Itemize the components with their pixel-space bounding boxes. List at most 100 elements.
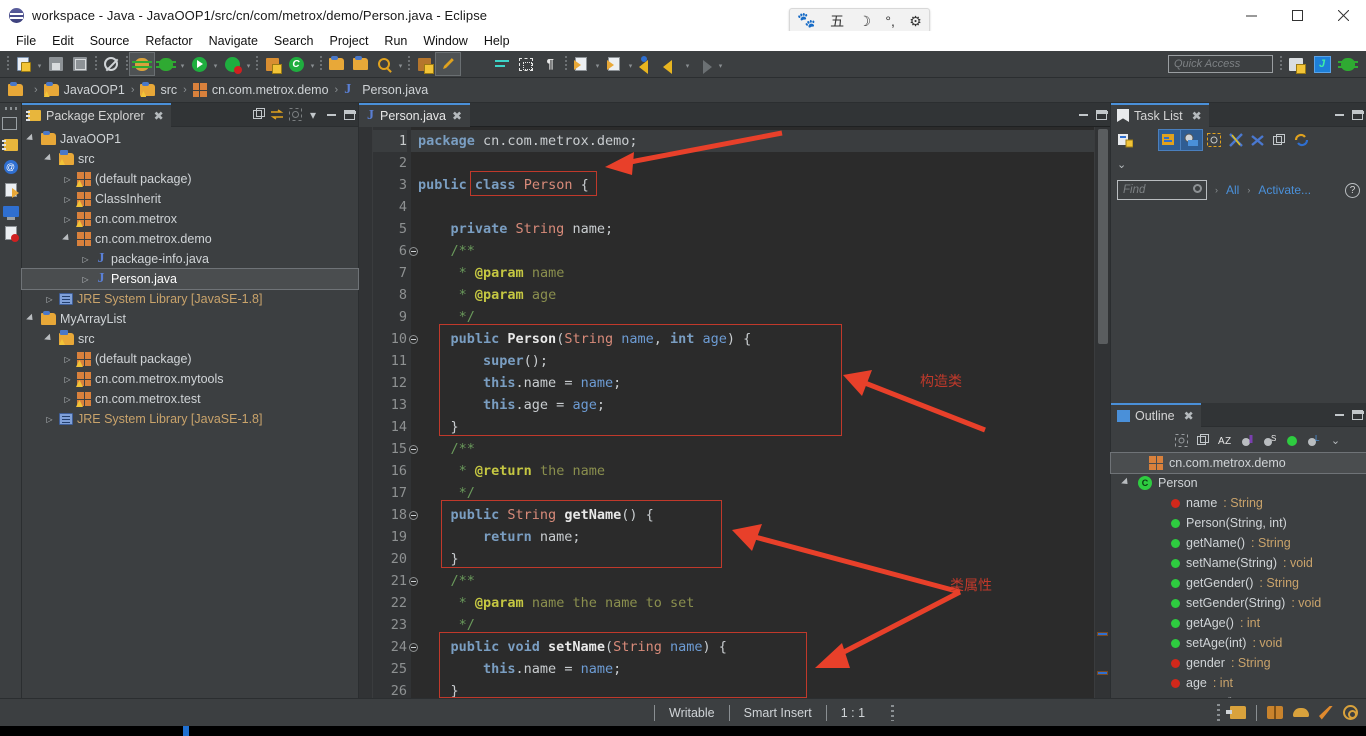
show-whitespace-button[interactable] bbox=[490, 53, 514, 75]
code-line[interactable]: */ bbox=[418, 482, 1094, 504]
minimize-button[interactable] bbox=[322, 103, 340, 127]
ime-toolbar[interactable]: 🐾 五 ☽ °, ⚙ bbox=[789, 8, 930, 33]
code-line[interactable]: * @return the name bbox=[418, 460, 1094, 482]
menu-source[interactable]: Source bbox=[82, 33, 138, 49]
code-area[interactable]: package cn.com.metrox.demo; public class… bbox=[411, 127, 1094, 699]
code-line[interactable]: /** bbox=[418, 240, 1094, 262]
code-line[interactable]: public String getName() { bbox=[418, 504, 1094, 526]
menu-edit[interactable]: Edit bbox=[44, 33, 82, 49]
java-perspective-button[interactable]: J bbox=[1310, 53, 1334, 75]
twisty-collapsed-icon[interactable]: ▷ bbox=[62, 374, 73, 385]
tree-item-cn-com-metrox-test[interactable]: ▷ cn.com.metrox.test bbox=[22, 389, 358, 409]
twisty-expanded-icon[interactable] bbox=[44, 153, 55, 165]
tree-item-src[interactable]: src bbox=[22, 149, 358, 169]
tray-grip[interactable] bbox=[1217, 703, 1220, 722]
edit-button[interactable] bbox=[435, 52, 461, 76]
tree-item-classinherit[interactable]: ▷ ClassInherit bbox=[22, 189, 358, 209]
pilcrow-button[interactable]: ¶ bbox=[538, 53, 562, 75]
schedule-button[interactable] bbox=[1180, 129, 1203, 151]
tree-item-person-java[interactable]: ▷ J Person.java bbox=[21, 268, 359, 290]
close-icon[interactable]: ✖ bbox=[1192, 109, 1202, 123]
fold-gutter[interactable] bbox=[359, 127, 373, 698]
outline-item-getage-[interactable]: getAge() : int bbox=[1111, 613, 1366, 633]
code-line[interactable]: */ bbox=[418, 306, 1094, 328]
hide-static-button[interactable]: S bbox=[1259, 430, 1280, 450]
editor-overview-ruler[interactable] bbox=[1094, 127, 1110, 698]
outline-item-setname-string-[interactable]: setName(String) : void bbox=[1111, 553, 1366, 573]
link-with-editor-button[interactable] bbox=[268, 103, 286, 127]
twisty-collapsed-icon[interactable]: ▷ bbox=[62, 354, 73, 365]
previous-edit-button[interactable] bbox=[602, 53, 626, 75]
quick-access-input[interactable]: Quick Access bbox=[1168, 55, 1273, 73]
maximize-button[interactable] bbox=[340, 103, 358, 127]
outline-item-name[interactable]: name : String bbox=[1111, 493, 1366, 513]
punctuation-icon[interactable]: °, bbox=[885, 14, 895, 28]
code-line[interactable]: private String name; bbox=[418, 218, 1094, 240]
maximize-button[interactable] bbox=[1348, 403, 1366, 427]
restore-view-icon[interactable] bbox=[2, 117, 17, 130]
sort-alphabetically-button[interactable]: AZ bbox=[1215, 430, 1236, 450]
debug-button[interactable] bbox=[154, 53, 178, 75]
tree-item-cn-com-metrox-mytools[interactable]: ▷ cn.com.metrox.mytools bbox=[22, 369, 358, 389]
back-button-2[interactable] bbox=[659, 53, 683, 75]
status-grip[interactable] bbox=[891, 704, 895, 721]
code-line[interactable]: public Person(String name, int age) { bbox=[418, 328, 1094, 350]
menu-navigate[interactable]: Navigate bbox=[201, 33, 266, 49]
tree-item-jre-system-library-javase-1-8-[interactable]: ▷ JRE System Library [JavaSE-1.8] bbox=[22, 289, 358, 309]
save-button[interactable] bbox=[44, 53, 68, 75]
external-tools-dropdown[interactable]: ▾ bbox=[244, 54, 253, 74]
code-line[interactable]: package cn.com.metrox.demo; bbox=[411, 130, 1094, 152]
chevron-down-icon[interactable]: ⌄ bbox=[1117, 158, 1126, 171]
new-java-class-button[interactable]: C bbox=[284, 53, 308, 75]
twisty-collapsed-icon[interactable]: ▷ bbox=[62, 194, 73, 205]
open-task-button[interactable] bbox=[348, 53, 372, 75]
editor-scrollbar[interactable] bbox=[1098, 127, 1108, 698]
rail-grip[interactable] bbox=[4, 107, 17, 110]
console-icon[interactable] bbox=[2, 206, 19, 220]
code-line[interactable]: /** bbox=[418, 570, 1094, 592]
code-line[interactable]: * @param age bbox=[418, 284, 1094, 306]
menu-window[interactable]: Window bbox=[415, 33, 475, 49]
collapse-all-button[interactable] bbox=[1193, 430, 1214, 450]
twisty-collapsed-icon[interactable]: ▷ bbox=[44, 294, 55, 305]
code-line[interactable]: } bbox=[418, 416, 1094, 438]
collapse-all-button[interactable] bbox=[250, 103, 268, 127]
problems-icon[interactable] bbox=[4, 226, 19, 242]
twisty-collapsed-icon[interactable]: ▷ bbox=[44, 414, 55, 425]
next-annotation-dropdown[interactable]: ▾ bbox=[593, 54, 602, 74]
toggle-mark-occurrences-button[interactable] bbox=[412, 53, 436, 75]
code-line[interactable]: super(); bbox=[418, 350, 1094, 372]
code-line[interactable]: public class Person { bbox=[418, 174, 1094, 196]
synchronize-changed-button[interactable] bbox=[1225, 130, 1246, 150]
run-dropdown[interactable]: ▾ bbox=[211, 54, 220, 74]
run-external-tools-button[interactable] bbox=[220, 53, 244, 75]
outline-item-age[interactable]: age : int bbox=[1111, 673, 1366, 693]
open-perspective-button[interactable] bbox=[1284, 53, 1308, 75]
tree-item-cn-com-metrox[interactable]: ▷ cn.com.metrox bbox=[22, 209, 358, 229]
outline-item-cn-com-metrox-demo[interactable]: cn.com.metrox.demo bbox=[1110, 452, 1366, 474]
help-icon[interactable]: ? bbox=[1345, 182, 1360, 198]
next-annotation-button[interactable] bbox=[569, 53, 593, 75]
editor-maximize-button[interactable] bbox=[1092, 103, 1110, 127]
outline-item-person-string-int-[interactable]: Person(String, int) bbox=[1111, 513, 1366, 533]
menu-project[interactable]: Project bbox=[322, 33, 377, 49]
new-java-package-button[interactable] bbox=[260, 53, 284, 75]
back-button[interactable] bbox=[635, 53, 659, 75]
block-selection-button[interactable] bbox=[514, 53, 538, 75]
debug-dropdown[interactable]: ▾ bbox=[178, 54, 187, 74]
categorize-button[interactable] bbox=[1158, 129, 1181, 151]
tray-hat-icon[interactable] bbox=[1293, 708, 1309, 717]
twisty-expanded-icon[interactable] bbox=[26, 313, 37, 325]
minimize-button[interactable] bbox=[1330, 103, 1348, 127]
search-dropdown[interactable]: ▾ bbox=[396, 54, 405, 74]
editor-body[interactable]: 1 2 3 4 5 6 7 8 9 10 11 12 13 14 15 16 17 18 19 20 21 22 23 24 2… bbox=[359, 127, 1110, 699]
breadcrumb-item-project[interactable]: JavaOOP1 bbox=[43, 82, 125, 97]
menu-file[interactable]: File bbox=[8, 33, 44, 49]
forward-button[interactable] bbox=[692, 53, 716, 75]
input-mode-wubi[interactable]: 五 bbox=[830, 14, 844, 28]
hide-local-types-button[interactable]: L bbox=[1303, 430, 1324, 450]
package-explorer-icon[interactable] bbox=[1, 139, 18, 151]
run-button[interactable] bbox=[187, 53, 211, 75]
tree-item--default-package-[interactable]: ▷ (default package) bbox=[22, 349, 358, 369]
focus-on-workweek-button[interactable] bbox=[1203, 130, 1224, 150]
